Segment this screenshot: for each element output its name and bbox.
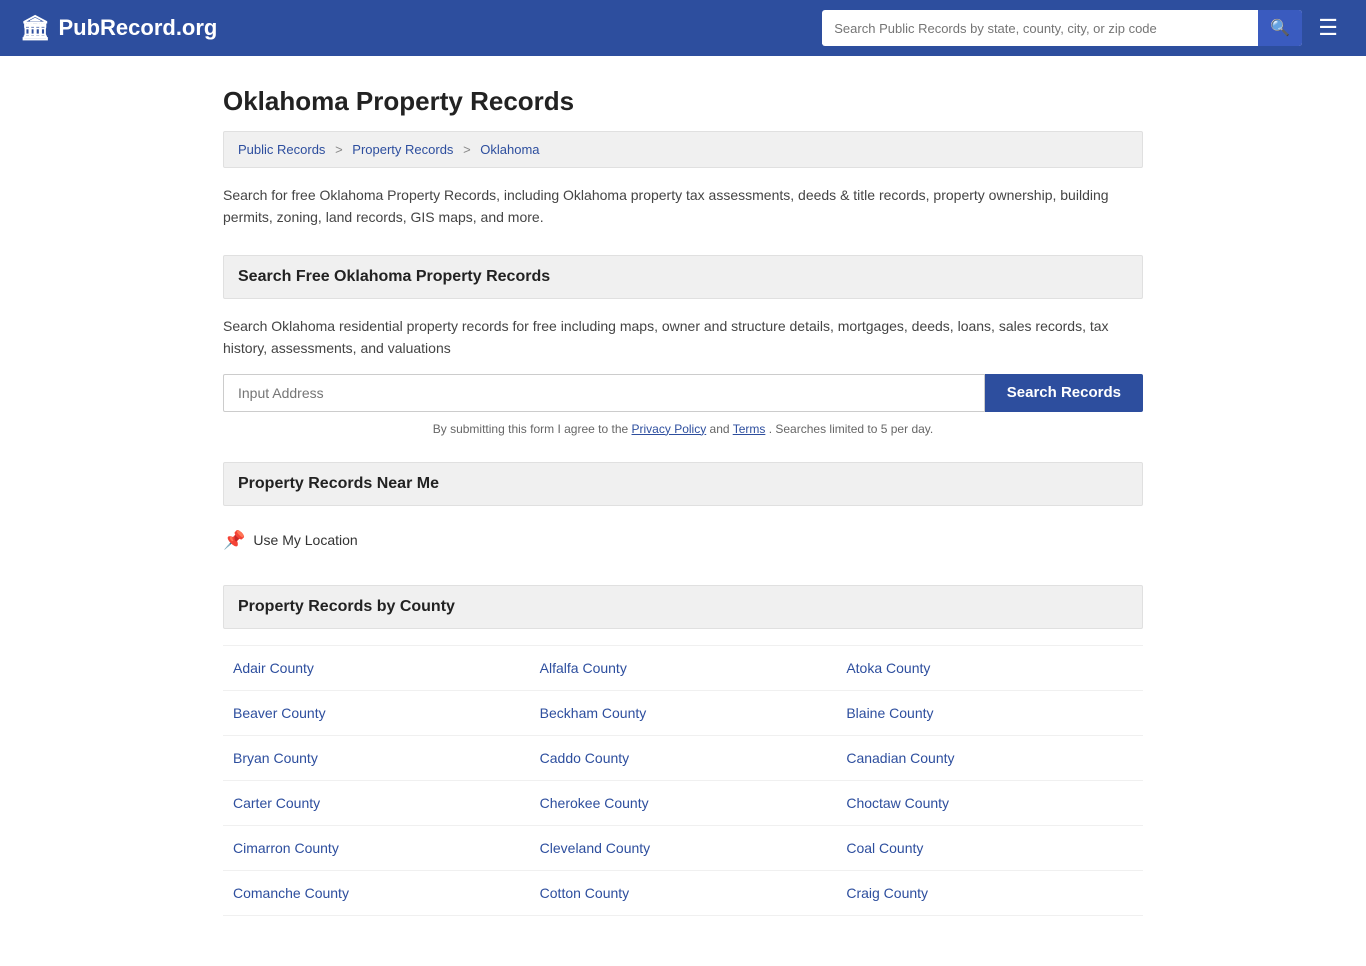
terms-link[interactable]: Terms	[733, 422, 766, 436]
county-section: Property Records by County Adair CountyA…	[223, 585, 1143, 916]
list-item: Beaver County	[223, 691, 530, 736]
list-item: Caddo County	[530, 736, 837, 781]
county-link[interactable]: Cotton County	[540, 885, 630, 901]
list-item: Bryan County	[223, 736, 530, 781]
use-my-location-link[interactable]: 📌 Use My Location	[223, 522, 1143, 559]
list-item: Adair County	[223, 646, 530, 691]
breadcrumb-sep-1: >	[335, 142, 343, 157]
search-section-header: Search Free Oklahoma Property Records	[223, 255, 1143, 299]
county-link[interactable]: Comanche County	[233, 885, 349, 901]
use-location-label: Use My Location	[253, 532, 357, 548]
header-search-input[interactable]	[822, 13, 1258, 44]
county-link[interactable]: Carter County	[233, 795, 320, 811]
breadcrumb-sep-2: >	[463, 142, 471, 157]
county-link[interactable]: Beckham County	[540, 705, 647, 721]
county-link[interactable]: Cherokee County	[540, 795, 649, 811]
list-item: Craig County	[836, 871, 1143, 916]
privacy-policy-link[interactable]: Privacy Policy	[632, 422, 707, 436]
county-link[interactable]: Cimarron County	[233, 840, 339, 856]
breadcrumb-public-records[interactable]: Public Records	[238, 142, 325, 157]
disclaimer-end: . Searches limited to 5 per day.	[769, 422, 934, 436]
hamburger-icon: ☰	[1318, 15, 1338, 40]
list-item: Atoka County	[836, 646, 1143, 691]
list-item: Cimarron County	[223, 826, 530, 871]
breadcrumb: Public Records > Property Records > Okla…	[223, 131, 1143, 168]
county-link[interactable]: Canadian County	[846, 750, 954, 766]
header-search-wrapper: 🔍	[822, 10, 1302, 46]
form-disclaimer: By submitting this form I agree to the P…	[223, 422, 1143, 436]
county-grid: Adair County Alfalfa County Atoka County Be…	[223, 645, 1143, 916]
list-item: Comanche County	[223, 871, 530, 916]
county-link[interactable]: Coal County	[846, 840, 923, 856]
header-right: 🔍 ☰	[822, 10, 1346, 46]
header-search-button[interactable]: 🔍	[1258, 10, 1302, 46]
address-input[interactable]	[223, 374, 985, 412]
search-form-description: Search Oklahoma residential property rec…	[223, 315, 1143, 360]
near-me-section-header: Property Records Near Me	[223, 462, 1143, 506]
county-section-header: Property Records by County	[223, 585, 1143, 629]
page-title: Oklahoma Property Records	[223, 86, 1143, 117]
county-link[interactable]: Alfalfa County	[540, 660, 627, 676]
site-header: 🏛 PubRecord.org 🔍 ☰	[0, 0, 1366, 56]
building-icon: 🏛	[20, 14, 50, 43]
location-pin-icon: 📌	[223, 530, 245, 551]
list-item: Canadian County	[836, 736, 1143, 781]
list-item: Carter County	[223, 781, 530, 826]
county-link[interactable]: Bryan County	[233, 750, 318, 766]
list-item: Coal County	[836, 826, 1143, 871]
breadcrumb-oklahoma[interactable]: Oklahoma	[480, 142, 539, 157]
page-description: Search for free Oklahoma Property Record…	[223, 184, 1143, 229]
county-link[interactable]: Adair County	[233, 660, 314, 676]
county-link[interactable]: Atoka County	[846, 660, 930, 676]
county-link[interactable]: Caddo County	[540, 750, 630, 766]
search-icon: 🔍	[1270, 20, 1290, 37]
list-item: Cherokee County	[530, 781, 837, 826]
disclaimer-and: and	[710, 422, 733, 436]
breadcrumb-property-records[interactable]: Property Records	[352, 142, 453, 157]
county-link[interactable]: Blaine County	[846, 705, 933, 721]
search-records-button[interactable]: Search Records	[985, 374, 1143, 412]
county-link[interactable]: Beaver County	[233, 705, 326, 721]
list-item: Alfalfa County	[530, 646, 837, 691]
hamburger-menu-button[interactable]: ☰	[1310, 11, 1346, 45]
disclaimer-prefix: By submitting this form I agree to the	[433, 422, 632, 436]
county-link[interactable]: Choctaw County	[846, 795, 949, 811]
county-link[interactable]: Craig County	[846, 885, 928, 901]
list-item: Blaine County	[836, 691, 1143, 736]
address-search-row: Search Records	[223, 374, 1143, 412]
main-content: Oklahoma Property Records Public Records…	[203, 56, 1163, 966]
site-logo[interactable]: 🏛 PubRecord.org	[20, 14, 217, 43]
list-item: Cotton County	[530, 871, 837, 916]
near-me-section: Property Records Near Me 📌 Use My Locati…	[223, 462, 1143, 559]
county-link[interactable]: Cleveland County	[540, 840, 651, 856]
list-item: Cleveland County	[530, 826, 837, 871]
list-item: Beckham County	[530, 691, 837, 736]
site-logo-text: PubRecord.org	[58, 15, 217, 41]
list-item: Choctaw County	[836, 781, 1143, 826]
